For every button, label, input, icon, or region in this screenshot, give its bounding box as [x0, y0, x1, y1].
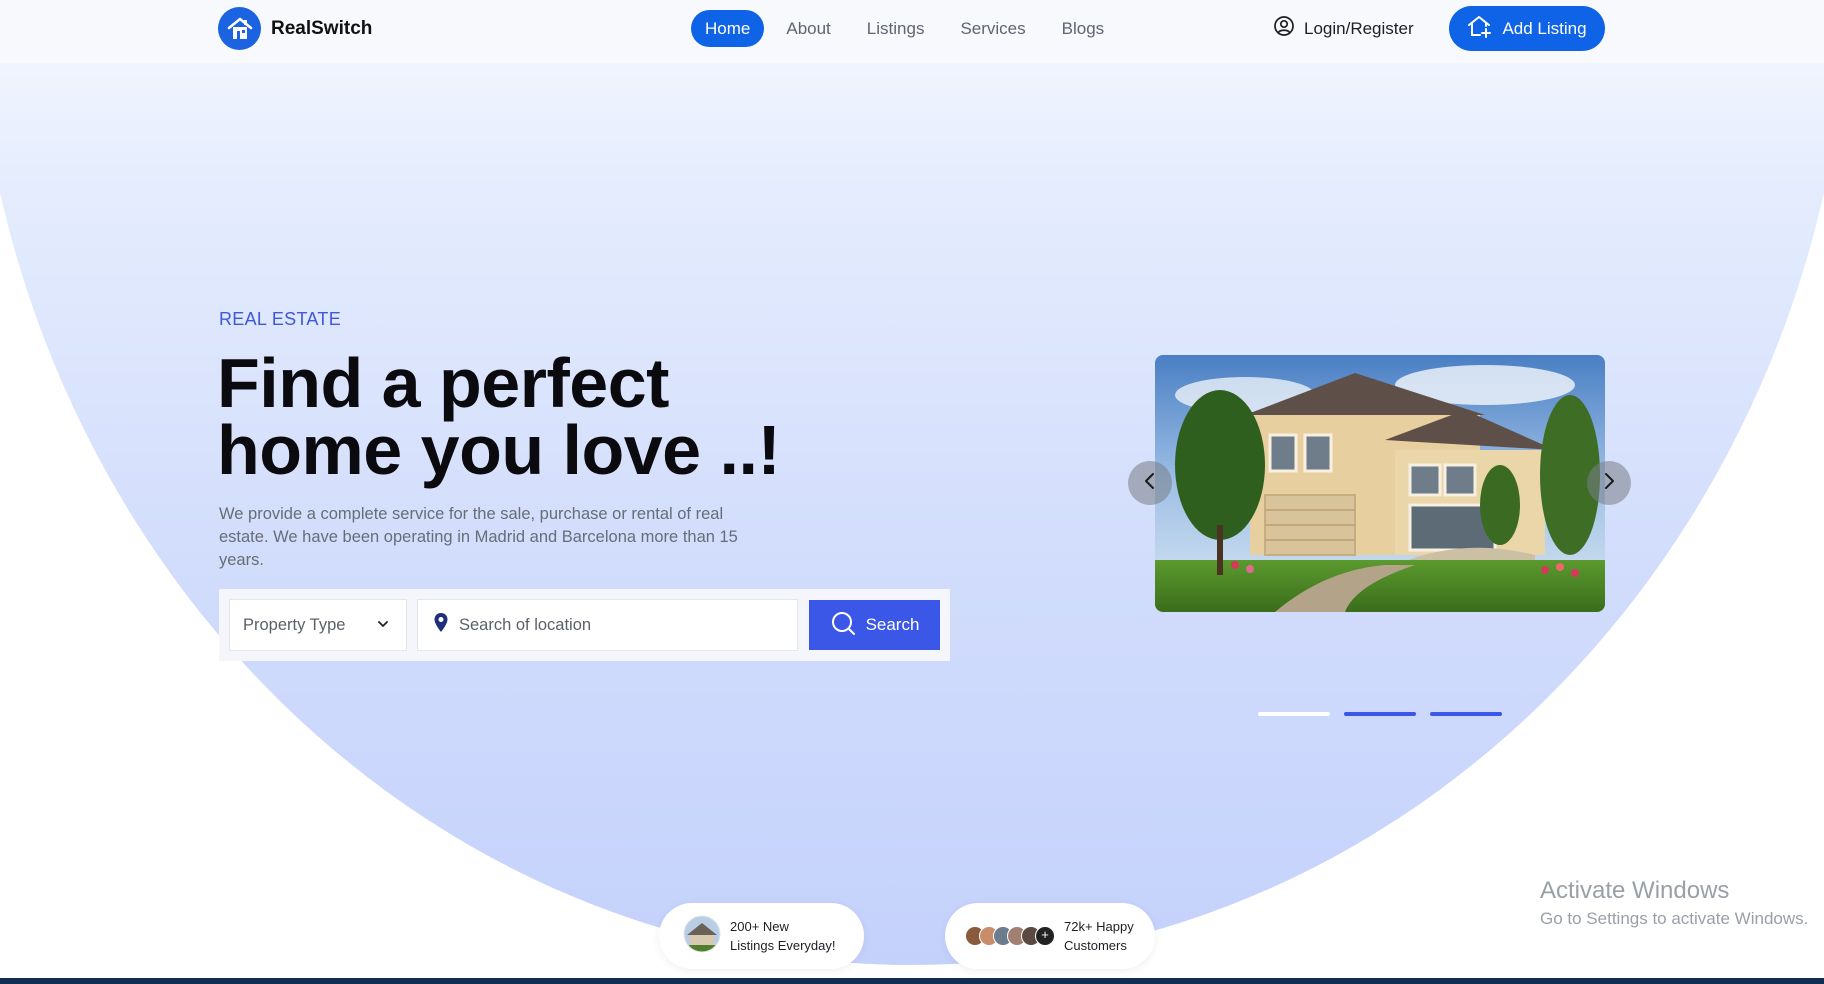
search-button[interactable]: Search — [809, 600, 940, 650]
map-pin-icon — [433, 612, 449, 639]
windows-activation-watermark: Activate Windows Go to Settings to activ… — [1540, 877, 1808, 929]
watermark-title: Activate Windows — [1540, 877, 1730, 904]
house-thumbnail-icon — [683, 915, 721, 958]
nav-link-listings[interactable]: Listings — [854, 10, 938, 47]
home-plus-icon — [1467, 14, 1493, 43]
bottom-edge-strip — [0, 978, 1824, 984]
login-register-link[interactable]: Login/Register — [1273, 15, 1414, 42]
hero-description: We provide a complete service for the sa… — [219, 505, 738, 569]
chevron-right-icon — [1601, 471, 1617, 496]
hero-headline: Find a perfect home you love ..! — [217, 344, 837, 489]
carousel-house-image — [1155, 355, 1605, 612]
hero-headline-line-2: home you love ..! — [217, 411, 781, 489]
search-icon — [830, 610, 856, 641]
plus-icon: + — [1035, 926, 1055, 946]
chevron-down-icon — [376, 617, 390, 636]
location-search-field — [417, 599, 798, 651]
main-nav: Home About Listings Services Blogs — [691, 10, 1127, 47]
user-circle-icon — [1273, 15, 1295, 42]
happy-customers-text: 72k+ Happy Customers — [1064, 917, 1134, 955]
new-listings-text: 200+ New Listings Everyday! — [730, 917, 836, 955]
carousel-prev-button[interactable] — [1128, 461, 1172, 505]
watermark-subtitle: Go to Settings to activate Windows. — [1540, 909, 1809, 928]
happy-customers-line-1: 72k+ Happy — [1064, 919, 1134, 934]
carousel-dot-2[interactable] — [1344, 712, 1416, 716]
nav-link-home[interactable]: Home — [691, 10, 765, 47]
property-type-select[interactable]: Property Type — [229, 599, 407, 651]
search-button-label: Search — [865, 615, 920, 634]
carousel-pagination — [1258, 712, 1502, 716]
hero-headline-line-1: Find a perfect — [217, 344, 669, 422]
house-logo-icon — [218, 7, 261, 50]
customer-avatars: + — [965, 926, 1055, 946]
add-listing-button[interactable]: Add Listing — [1449, 6, 1605, 51]
navbar: RealSwitch Home About Listings Services … — [0, 0, 1824, 63]
happy-customers-line-2: Customers — [1064, 938, 1127, 953]
brand-logo[interactable]: RealSwitch — [218, 7, 372, 50]
property-search-bar: Property Type Search — [219, 589, 950, 661]
stat-card-new-listings: 200+ New Listings Everyday! — [659, 903, 864, 969]
nav-link-blogs[interactable]: Blogs — [1049, 10, 1118, 47]
new-listings-line-1: 200+ New — [730, 919, 789, 934]
new-listings-line-2: Listings Everyday! — [730, 938, 836, 953]
chevron-left-icon — [1142, 471, 1158, 496]
carousel-next-button[interactable] — [1587, 461, 1631, 505]
nav-link-services[interactable]: Services — [947, 10, 1038, 47]
stat-card-happy-customers: + 72k+ Happy Customers — [945, 903, 1155, 969]
add-listing-label: Add Listing — [1502, 18, 1587, 38]
brand-name: RealSwitch — [271, 17, 373, 39]
hero-eyebrow: REAL ESTATE — [219, 309, 341, 329]
nav-link-about[interactable]: About — [773, 10, 843, 47]
carousel-dot-3[interactable] — [1430, 712, 1502, 716]
property-type-label: Property Type — [243, 615, 346, 634]
login-register-label: Login/Register — [1304, 18, 1414, 38]
carousel-dot-1[interactable] — [1258, 712, 1330, 716]
location-search-input[interactable] — [459, 615, 779, 635]
